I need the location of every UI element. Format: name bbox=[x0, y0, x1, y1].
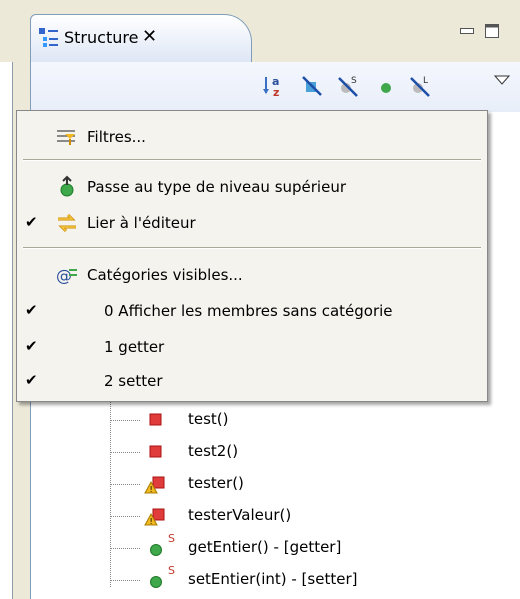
hide-fields-icon[interactable] bbox=[300, 74, 324, 98]
svg-text:!: ! bbox=[150, 517, 153, 526]
tree-item[interactable]: test2() bbox=[110, 440, 510, 464]
menu-item-label: Catégories visibles... bbox=[87, 266, 243, 284]
check-mark-icon: ✔ bbox=[25, 301, 38, 319]
static-marker: S bbox=[168, 532, 175, 545]
check-mark-icon: ✔ bbox=[25, 337, 38, 355]
public-static-method-icon bbox=[150, 576, 162, 588]
private-method-icon bbox=[149, 413, 162, 426]
tree-connector bbox=[110, 548, 140, 549]
svg-text:L: L bbox=[423, 76, 428, 86]
public-members-icon[interactable] bbox=[374, 74, 398, 98]
menu-item-go-to-top-level-type[interactable]: Passe au type de niveau supérieur bbox=[17, 169, 487, 205]
static-marker: S bbox=[168, 564, 175, 577]
tree-connector bbox=[110, 516, 140, 517]
menu-item-label: 2 setter bbox=[104, 372, 163, 390]
link-with-editor-icon bbox=[58, 213, 76, 233]
svg-text:z: z bbox=[273, 86, 279, 98]
private-method-icon bbox=[149, 445, 162, 458]
tree-item-label: tester() bbox=[188, 474, 244, 492]
check-mark-icon: ✔ bbox=[25, 371, 38, 389]
maximize-icon[interactable] bbox=[485, 24, 499, 38]
menu-item-label: 0 Afficher les membres sans catégorie bbox=[104, 302, 393, 320]
tree-item-label: setEntier(int) - [setter] bbox=[188, 570, 358, 588]
left-pane-edge bbox=[0, 62, 13, 599]
svg-text:S: S bbox=[351, 76, 357, 86]
tree-item-label: test() bbox=[188, 410, 229, 428]
sort-icon[interactable]: a z bbox=[262, 74, 286, 98]
menu-item-link-with-editor[interactable]: ✔ Lier à l'éditeur bbox=[17, 205, 487, 241]
view-menu-icon[interactable] bbox=[494, 74, 510, 86]
view-menu-popup: Filtres... Passe au type de niveau supér… bbox=[16, 110, 488, 402]
tree-item-label: test2() bbox=[188, 442, 239, 460]
tree-connector bbox=[110, 580, 140, 581]
tree-item[interactable]: ! tester() bbox=[110, 472, 510, 496]
menu-item-filters[interactable]: Filtres... bbox=[17, 119, 487, 155]
structure-view-icon bbox=[39, 28, 58, 47]
menu-separator bbox=[23, 247, 481, 249]
menu-item-category-getter[interactable]: ✔ 1 getter bbox=[17, 329, 487, 365]
check-mark-icon: ✔ bbox=[25, 213, 38, 231]
menu-item-label: Filtres... bbox=[87, 128, 146, 146]
private-method-warning-icon: ! bbox=[144, 508, 165, 526]
menu-item-show-uncategorized[interactable]: ✔ 0 Afficher les membres sans catégorie bbox=[17, 293, 487, 329]
tree-connector bbox=[110, 420, 140, 421]
menu-item-category-setter[interactable]: ✔ 2 setter bbox=[17, 363, 487, 399]
tree-item-label: getEntier() - [getter] bbox=[188, 538, 342, 556]
menu-item-visible-categories[interactable]: @ Catégories visibles... bbox=[17, 257, 487, 293]
tree-connector bbox=[110, 484, 140, 485]
svg-text:!: ! bbox=[150, 485, 153, 494]
menu-item-label: 1 getter bbox=[104, 338, 165, 356]
menu-item-label: Passe au type de niveau supérieur bbox=[87, 178, 347, 196]
close-icon[interactable]: ✕ bbox=[142, 26, 157, 47]
view-title: Structure bbox=[64, 28, 139, 47]
tree-connector bbox=[110, 452, 140, 453]
tree-item[interactable]: ! testerValeur() bbox=[110, 504, 510, 528]
go-to-top-level-type-icon bbox=[60, 175, 74, 197]
menu-separator bbox=[23, 159, 481, 161]
tree-item[interactable]: S setEntier(int) - [setter] bbox=[110, 564, 510, 592]
hide-local-types-icon[interactable]: L bbox=[408, 74, 432, 98]
private-method-warning-icon: ! bbox=[144, 476, 165, 494]
hide-static-icon[interactable]: S bbox=[336, 74, 360, 98]
categories-icon: @ bbox=[56, 266, 77, 285]
minimize-icon[interactable] bbox=[460, 28, 474, 38]
filter-icon bbox=[57, 130, 75, 145]
menu-item-label: Lier à l'éditeur bbox=[87, 214, 196, 232]
public-static-method-icon bbox=[150, 544, 162, 556]
tree-item-label: testerValeur() bbox=[188, 506, 292, 524]
tree-item[interactable]: test() bbox=[110, 408, 510, 432]
tree-item[interactable]: S getEntier() - [getter] bbox=[110, 532, 510, 560]
